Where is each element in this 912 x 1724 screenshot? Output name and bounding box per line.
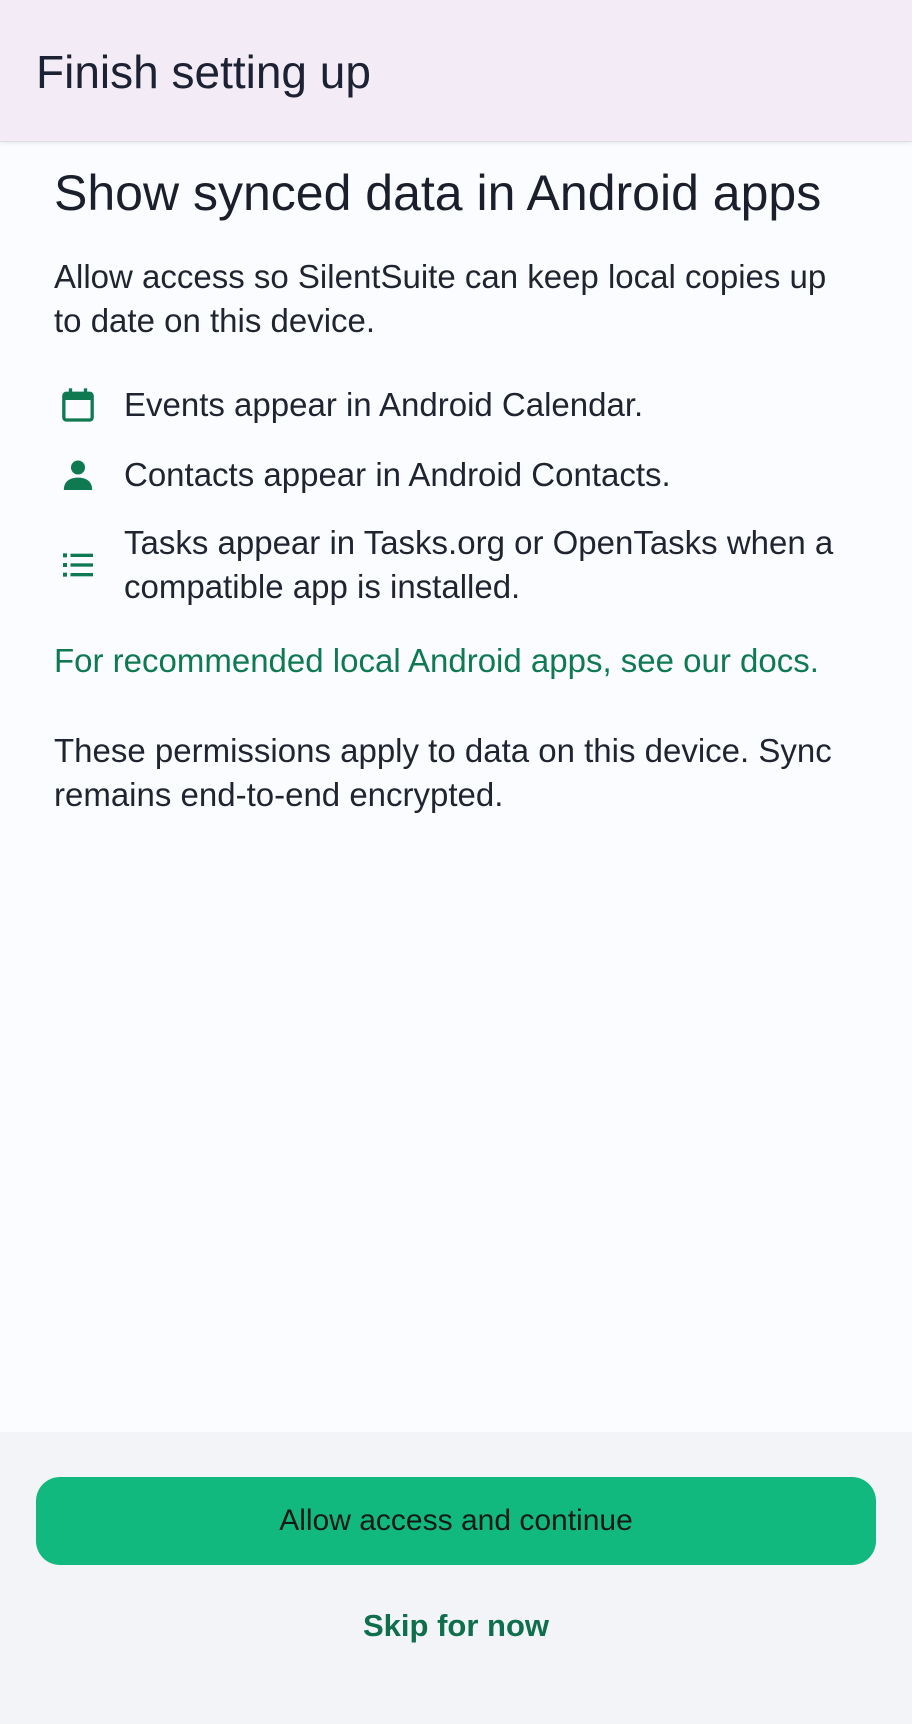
feature-text: Tasks appear in Tasks.org or OpenTasks w… bbox=[124, 524, 834, 605]
feature-text: Events appear in Android Calendar. bbox=[124, 386, 644, 423]
feature-item-tasks: Tasks appear in Tasks.org or OpenTasks w… bbox=[54, 521, 854, 609]
page-title: Finish setting up bbox=[36, 46, 371, 98]
feature-list: Events appear in Android Calendar. Conta… bbox=[54, 381, 854, 609]
feature-text: Contacts appear in Android Contacts. bbox=[124, 456, 671, 493]
person-icon bbox=[54, 451, 102, 499]
main-content: Show synced data in Android apps Allow a… bbox=[54, 162, 854, 817]
intro-text: Allow access so SilentSuite can keep loc… bbox=[54, 258, 827, 339]
bottom-action-bar: Allow access and continue Skip for now bbox=[0, 1432, 912, 1724]
section-heading: Show synced data in Android apps bbox=[54, 165, 822, 221]
privacy-note: These permissions apply to data on this … bbox=[54, 732, 832, 813]
skip-button[interactable]: Skip for now bbox=[306, 1598, 606, 1654]
feature-item-contacts: Contacts appear in Android Contacts. bbox=[54, 451, 854, 499]
top-app-bar: Finish setting up bbox=[0, 0, 912, 142]
feature-item-calendar: Events appear in Android Calendar. bbox=[54, 381, 854, 429]
allow-access-button[interactable]: Allow access and continue bbox=[36, 1477, 876, 1565]
docs-link[interactable]: For recommended local Android apps, see … bbox=[54, 639, 854, 683]
setup-screen: Finish setting up Show synced data in An… bbox=[0, 0, 912, 1724]
calendar-icon bbox=[54, 381, 102, 429]
list-icon bbox=[54, 541, 102, 589]
